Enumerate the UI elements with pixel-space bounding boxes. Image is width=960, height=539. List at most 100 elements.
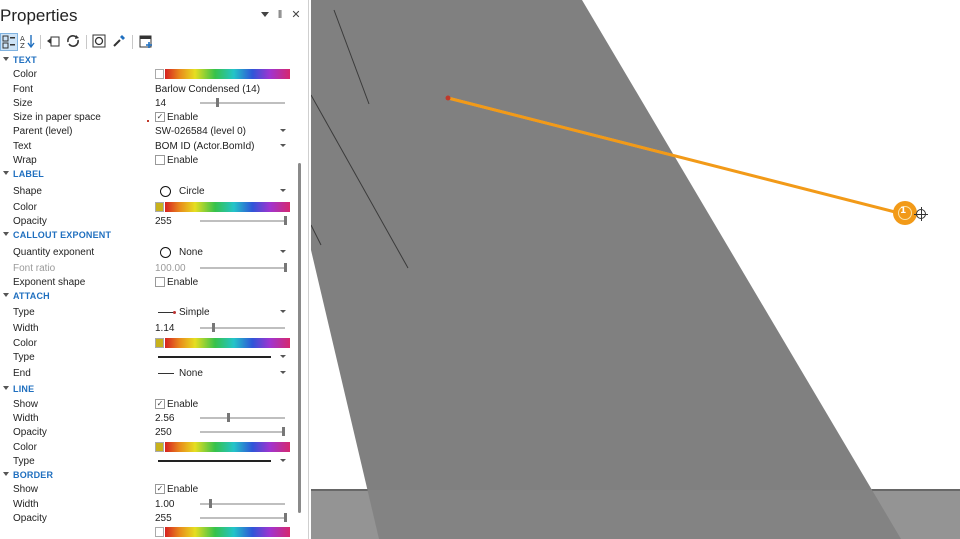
color-spectrum[interactable] [165,441,290,452]
color-swatch[interactable] [155,527,164,538]
3d-viewport[interactable] [311,0,960,539]
collapse-icon[interactable] [3,293,9,298]
size-slider[interactable] [200,97,285,107]
row-border-width: Width 1.00 [0,497,296,511]
slider-thumb[interactable] [227,412,231,422]
border-opacity-field[interactable]: 255 [155,511,292,525]
slider-thumb[interactable] [216,97,219,107]
section-attach[interactable]: ATTACH [0,289,296,303]
refresh-properties-icon[interactable] [65,33,83,51]
line-width-slider[interactable] [200,412,285,422]
color-swatch[interactable] [155,201,164,212]
sort-alphabetical-icon[interactable]: AZ [19,33,37,51]
section-callout-exponent[interactable]: CALLOUT EXPONENT [0,228,296,242]
simple-arrow-icon [158,310,176,314]
chevron-down-icon[interactable] [280,129,286,133]
line-linetype-dropdown[interactable] [155,454,292,468]
font-field[interactable]: Barlow Condensed (14) [155,82,292,96]
checkbox[interactable]: ✓ [155,484,165,495]
chevron-down-icon[interactable] [280,458,286,462]
color-spectrum[interactable] [165,337,290,348]
color-picker[interactable] [155,67,292,81]
section-border[interactable]: BORDER [0,468,296,482]
line-show-checkbox[interactable]: ✓ Enable [155,397,292,411]
collapse-icon[interactable] [3,232,9,237]
chevron-down-icon[interactable] [280,143,286,147]
parent-level-dropdown[interactable]: SW-026584 (level 0) [155,124,292,138]
border-width-field[interactable]: 1.00 [155,497,292,511]
paper-space-checkbox[interactable]: ✓ Enable [155,110,292,124]
chevron-down-icon[interactable] [280,249,286,253]
slider-thumb[interactable] [211,323,215,333]
color-picker[interactable] [155,200,292,214]
attach-type-dropdown[interactable]: Simple [155,305,292,319]
attach-end-dropdown[interactable]: None [155,366,292,380]
text-dropdown[interactable]: BOM ID (Actor.BomId) [155,139,292,153]
slider-thumb[interactable] [209,498,213,508]
line-opacity-slider[interactable] [200,427,286,437]
collapse-icon[interactable] [3,472,9,477]
border-show-checkbox[interactable]: ✓ Enable [155,482,292,496]
pick-properties-icon[interactable] [45,33,63,51]
section-label[interactable]: LABEL [0,167,296,181]
row-font-ratio: Font ratio 100.00 [0,261,296,275]
border-width-slider[interactable] [200,498,285,508]
part-body [311,0,901,539]
slider-thumb[interactable] [284,215,287,225]
color-swatch[interactable] [155,441,164,452]
color-picker[interactable] [155,336,292,350]
row-text: Text BOM ID (Actor.BomId) [0,139,296,153]
size-field[interactable]: 14 [155,96,292,110]
wrap-checkbox[interactable]: Enable [155,153,292,167]
circle-icon [160,246,171,258]
chevron-down-icon[interactable] [280,355,286,359]
color-spectrum[interactable] [165,201,290,212]
row-attach-color: Color [0,336,296,350]
pin-icon[interactable]: ‖ [274,9,286,21]
checkbox[interactable]: ✓ [155,112,165,123]
reset-icon[interactable] [91,33,109,51]
attach-linetype-dropdown[interactable] [155,350,292,364]
close-icon[interactable]: ✕ [290,9,302,21]
chevron-down-icon[interactable] [280,188,286,192]
properties-toolbar: AZ [0,32,308,52]
color-swatch[interactable] [155,337,164,348]
exponent-shape-checkbox[interactable]: Enable [155,275,292,289]
attach-point[interactable] [445,95,451,101]
checkbox[interactable] [155,276,165,287]
attach-width-slider[interactable] [200,323,285,333]
border-opacity-slider[interactable] [200,513,287,523]
add-property-icon[interactable] [138,33,156,51]
checkbox[interactable] [155,155,165,166]
quantity-exponent-dropdown[interactable]: None [155,245,292,259]
collapse-icon[interactable] [3,386,9,391]
chevron-down-icon[interactable] [280,371,286,375]
categorized-view-icon[interactable] [0,33,18,51]
chevron-down-icon[interactable] [259,9,271,22]
row-attach-linetype: Type [0,350,296,364]
move-handle-icon[interactable] [914,207,928,221]
collapse-icon[interactable] [3,171,9,176]
slider-thumb[interactable] [284,513,287,523]
checkbox[interactable]: ✓ [155,398,165,409]
section-line[interactable]: LINE [0,382,296,396]
attach-width-field[interactable]: 1.14 [155,321,292,335]
opacity-field[interactable]: 255 [155,214,292,228]
slider-thumb[interactable] [282,427,286,437]
color-swatch[interactable] [155,69,164,80]
color-spectrum[interactable] [165,69,290,80]
color-picker[interactable] [155,440,292,454]
scrollbar-thumb[interactable] [298,163,301,513]
line-width-field[interactable]: 2.56 [155,411,292,425]
section-text[interactable]: TEXT [0,53,296,67]
color-spectrum[interactable] [165,527,290,538]
chevron-down-icon[interactable] [280,310,286,314]
shape-dropdown[interactable]: Circle [155,184,292,198]
property-grid-scrollbar[interactable] [296,53,302,539]
bom-callout-balloon[interactable]: 1 [893,201,917,225]
color-picker[interactable] [155,525,292,539]
eyedropper-icon[interactable] [111,33,129,51]
opacity-slider[interactable] [200,215,287,225]
line-opacity-field[interactable]: 250 [155,425,292,439]
collapse-icon[interactable] [3,57,9,61]
